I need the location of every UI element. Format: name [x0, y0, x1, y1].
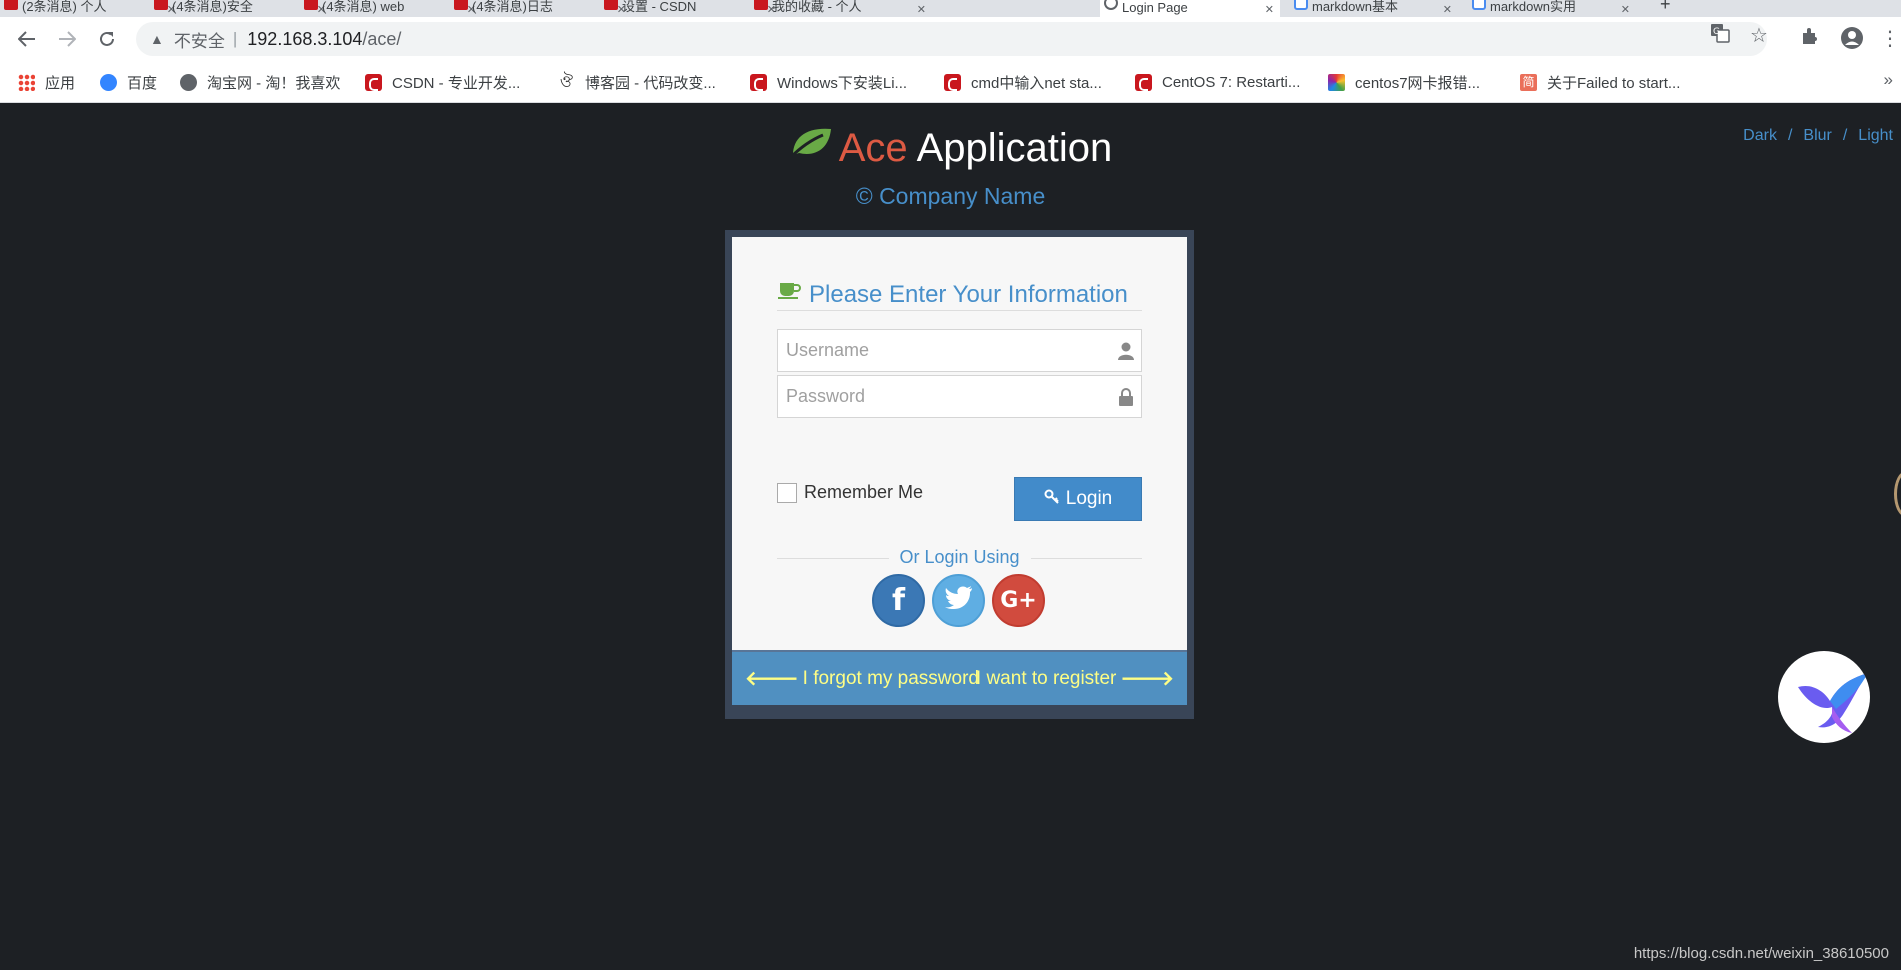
- translate-icon[interactable]: G: [1710, 23, 1730, 48]
- bookmark-item[interactable]: Windows下安装Li...: [750, 72, 907, 92]
- markdown-icon: [1294, 0, 1308, 10]
- bookmarks-overflow-icon[interactable]: »: [1884, 70, 1893, 90]
- bookmark-item[interactable]: 淘宝网 - 淘！我喜欢: [180, 72, 340, 92]
- facebook-icon: f: [891, 583, 906, 618]
- bookmarks-bar: 应用 百度 淘宝网 - 淘！我喜欢 CSDN - 专业开发... ঔ 博客园 - …: [0, 61, 1901, 103]
- browser-tab-strip: (2条消息) 个人 ✕ (4条消息)安全 ✕ (4条消息) web ✕ (4条消息)日…: [0, 0, 1901, 17]
- leaf-icon: [789, 124, 833, 169]
- close-icon[interactable]: ✕: [1265, 3, 1274, 16]
- bookmark-item[interactable]: 百度: [100, 72, 157, 92]
- bookmark-item[interactable]: ঔ 博客园 - 代码改变...: [558, 72, 716, 92]
- twitter-login-button[interactable]: [932, 574, 985, 627]
- company-name: © Company Name: [855, 183, 1046, 209]
- bird-icon: [1798, 673, 1868, 733]
- or-login-using-divider: Or Login Using: [777, 547, 1142, 569]
- globe-icon: [180, 73, 197, 91]
- markdown-icon: [1472, 0, 1486, 10]
- not-secure-warning-icon[interactable]: ▲: [150, 31, 164, 47]
- url-host: 192.168.3.104: [247, 28, 363, 49]
- csdn-icon: [944, 73, 961, 91]
- bookmark-star-icon[interactable]: ☆: [1750, 23, 1768, 48]
- remember-me-checkbox[interactable]: [777, 482, 797, 503]
- coffee-cup-icon: [777, 279, 803, 307]
- cnblogs-icon: ঔ: [559, 73, 574, 91]
- csdn-icon: [604, 0, 618, 10]
- brand-rest: Application: [916, 126, 1113, 170]
- csdn-icon: [750, 73, 767, 91]
- rainbow-icon: [1328, 73, 1345, 91]
- baidu-paw-icon: [100, 73, 117, 91]
- user-icon: [1118, 342, 1134, 360]
- login-page: Dark / Blur / Light Ace Application © Compan…: [0, 104, 1901, 970]
- new-tab-icon[interactable]: +: [1660, 0, 1671, 15]
- watermark-url: https://blog.csdn.net/weixin_38610500: [1633, 945, 1889, 962]
- forgot-password-link[interactable]: 🡐 I forgot my password: [745, 666, 979, 691]
- login-heading: Please Enter Your Information: [777, 281, 1142, 311]
- bookmark-item[interactable]: CSDN - 专业开发...: [365, 72, 520, 92]
- globe-icon: [1104, 0, 1118, 10]
- username-input[interactable]: [778, 330, 1141, 371]
- login-footer-toolbar: 🡐 I forgot my password I want to register…: [732, 650, 1187, 705]
- register-link[interactable]: I want to register 🡒: [976, 666, 1174, 691]
- bookmark-apps[interactable]: 应用: [18, 72, 75, 92]
- brand-accent: Ace: [838, 126, 908, 170]
- apps-grid-icon: [18, 73, 35, 91]
- close-icon[interactable]: ✕: [1443, 3, 1452, 16]
- bookmark-item[interactable]: centos7网卡报错...: [1328, 72, 1480, 92]
- close-icon[interactable]: ✕: [1621, 3, 1630, 16]
- google-plus-icon: G+: [1000, 588, 1037, 613]
- app-title: Ace Application: [0, 126, 1901, 173]
- profile-icon[interactable]: [1840, 26, 1864, 56]
- remember-me[interactable]: Remember Me: [777, 482, 923, 503]
- security-label: 不安全: [173, 31, 225, 51]
- menu-kebab-icon[interactable]: ⋮: [1880, 26, 1900, 51]
- facebook-login-button[interactable]: f: [872, 574, 925, 627]
- browser-tab[interactable]: 我的收藏 - 个人 ✕: [750, 0, 932, 17]
- csdn-icon: [454, 0, 468, 10]
- floating-bird-widget[interactable]: [1778, 651, 1870, 743]
- forward-icon[interactable]: [55, 27, 79, 51]
- key-icon: [1044, 489, 1059, 509]
- username-field[interactable]: [777, 329, 1142, 372]
- csdn-icon: [154, 0, 168, 10]
- google-plus-login-button[interactable]: G+: [992, 574, 1045, 627]
- twitter-icon: [944, 585, 973, 616]
- bookmark-item[interactable]: cmd中输入net sta...: [944, 72, 1102, 92]
- browser-tab[interactable]: markdown基本 ✕: [1290, 0, 1458, 17]
- browser-tab[interactable]: markdown实用 ✕: [1468, 0, 1636, 17]
- csdn-icon: [365, 73, 382, 91]
- edge-widget[interactable]: [1894, 471, 1901, 517]
- reload-icon[interactable]: [95, 27, 119, 51]
- csdn-icon: [1135, 73, 1152, 91]
- csdn-icon: [304, 0, 318, 10]
- password-input[interactable]: [778, 376, 1141, 417]
- password-field[interactable]: [777, 375, 1142, 418]
- svg-text:G: G: [1713, 27, 1720, 37]
- browser-tab-active[interactable]: Login Page ✕: [1100, 0, 1280, 17]
- url-path: /ace/: [362, 28, 402, 49]
- address-bar[interactable]: ▲ 不安全 | 192.168.3.104/ace/: [136, 22, 1767, 56]
- arrow-left-icon: 🡐: [745, 668, 799, 690]
- jianshu-icon: 简: [1520, 73, 1537, 91]
- login-form: Please Enter Your Information Remember M…: [732, 237, 1187, 650]
- bookmark-item[interactable]: CentOS 7: Restarti...: [1135, 72, 1300, 92]
- login-box: Please Enter Your Information Remember M…: [725, 230, 1194, 719]
- login-button[interactable]: Login: [1014, 477, 1142, 521]
- back-icon[interactable]: [15, 27, 39, 51]
- arrow-right-icon: 🡒: [1120, 668, 1174, 690]
- extensions-icon[interactable]: [1800, 26, 1820, 52]
- lock-icon: [1118, 388, 1134, 406]
- close-icon[interactable]: ✕: [917, 3, 926, 16]
- csdn-icon: [754, 0, 768, 10]
- browser-toolbar: ▲ 不安全 | 192.168.3.104/ace/ G ☆ ⋮: [0, 17, 1901, 61]
- bookmark-item[interactable]: 简关于Failed to start...: [1520, 72, 1680, 92]
- csdn-icon: [4, 0, 18, 10]
